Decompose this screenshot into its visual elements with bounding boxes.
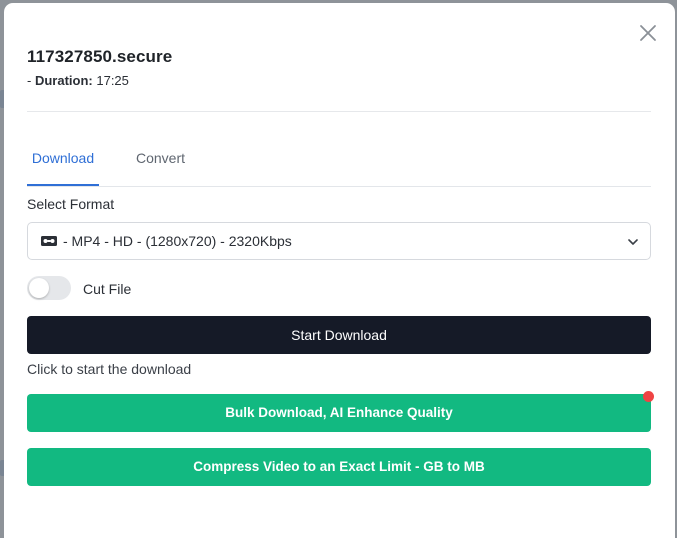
notification-dot	[643, 391, 654, 402]
close-icon	[640, 25, 656, 41]
chevron-down-icon	[628, 239, 638, 245]
tab-download[interactable]: Download	[27, 143, 99, 186]
video-cassette-icon	[41, 236, 57, 246]
cut-file-toggle[interactable]	[27, 276, 71, 300]
compress-video-button[interactable]: Compress Video to an Exact Limit - GB to…	[27, 448, 651, 486]
duration-value: 17:25	[96, 73, 129, 88]
download-modal: 117327850.secure - Duration: 17:25 Downl…	[4, 3, 675, 538]
tab-bar: Download Convert	[27, 143, 651, 187]
file-title: 117327850.secure	[27, 47, 173, 66]
cut-file-label: Cut File	[83, 281, 132, 297]
meta-prefix: -	[27, 73, 35, 88]
format-select[interactable]: - MP4 - HD - (1280x720) - 2320Kbps	[27, 222, 651, 260]
file-duration: - Duration: 17:25	[27, 73, 129, 88]
tab-convert[interactable]: Convert	[127, 143, 194, 186]
select-format-label: Select Format	[27, 196, 115, 212]
toggle-knob	[29, 278, 49, 298]
header-divider	[27, 111, 651, 112]
start-download-hint: Click to start the download	[27, 361, 192, 377]
duration-label: Duration:	[34, 73, 93, 88]
format-selected-value: - MP4 - HD - (1280x720) - 2320Kbps	[63, 233, 292, 249]
close-button[interactable]	[637, 22, 659, 44]
start-download-button[interactable]: Start Download	[27, 316, 651, 354]
bulk-download-button[interactable]: Bulk Download, AI Enhance Quality	[27, 394, 651, 432]
